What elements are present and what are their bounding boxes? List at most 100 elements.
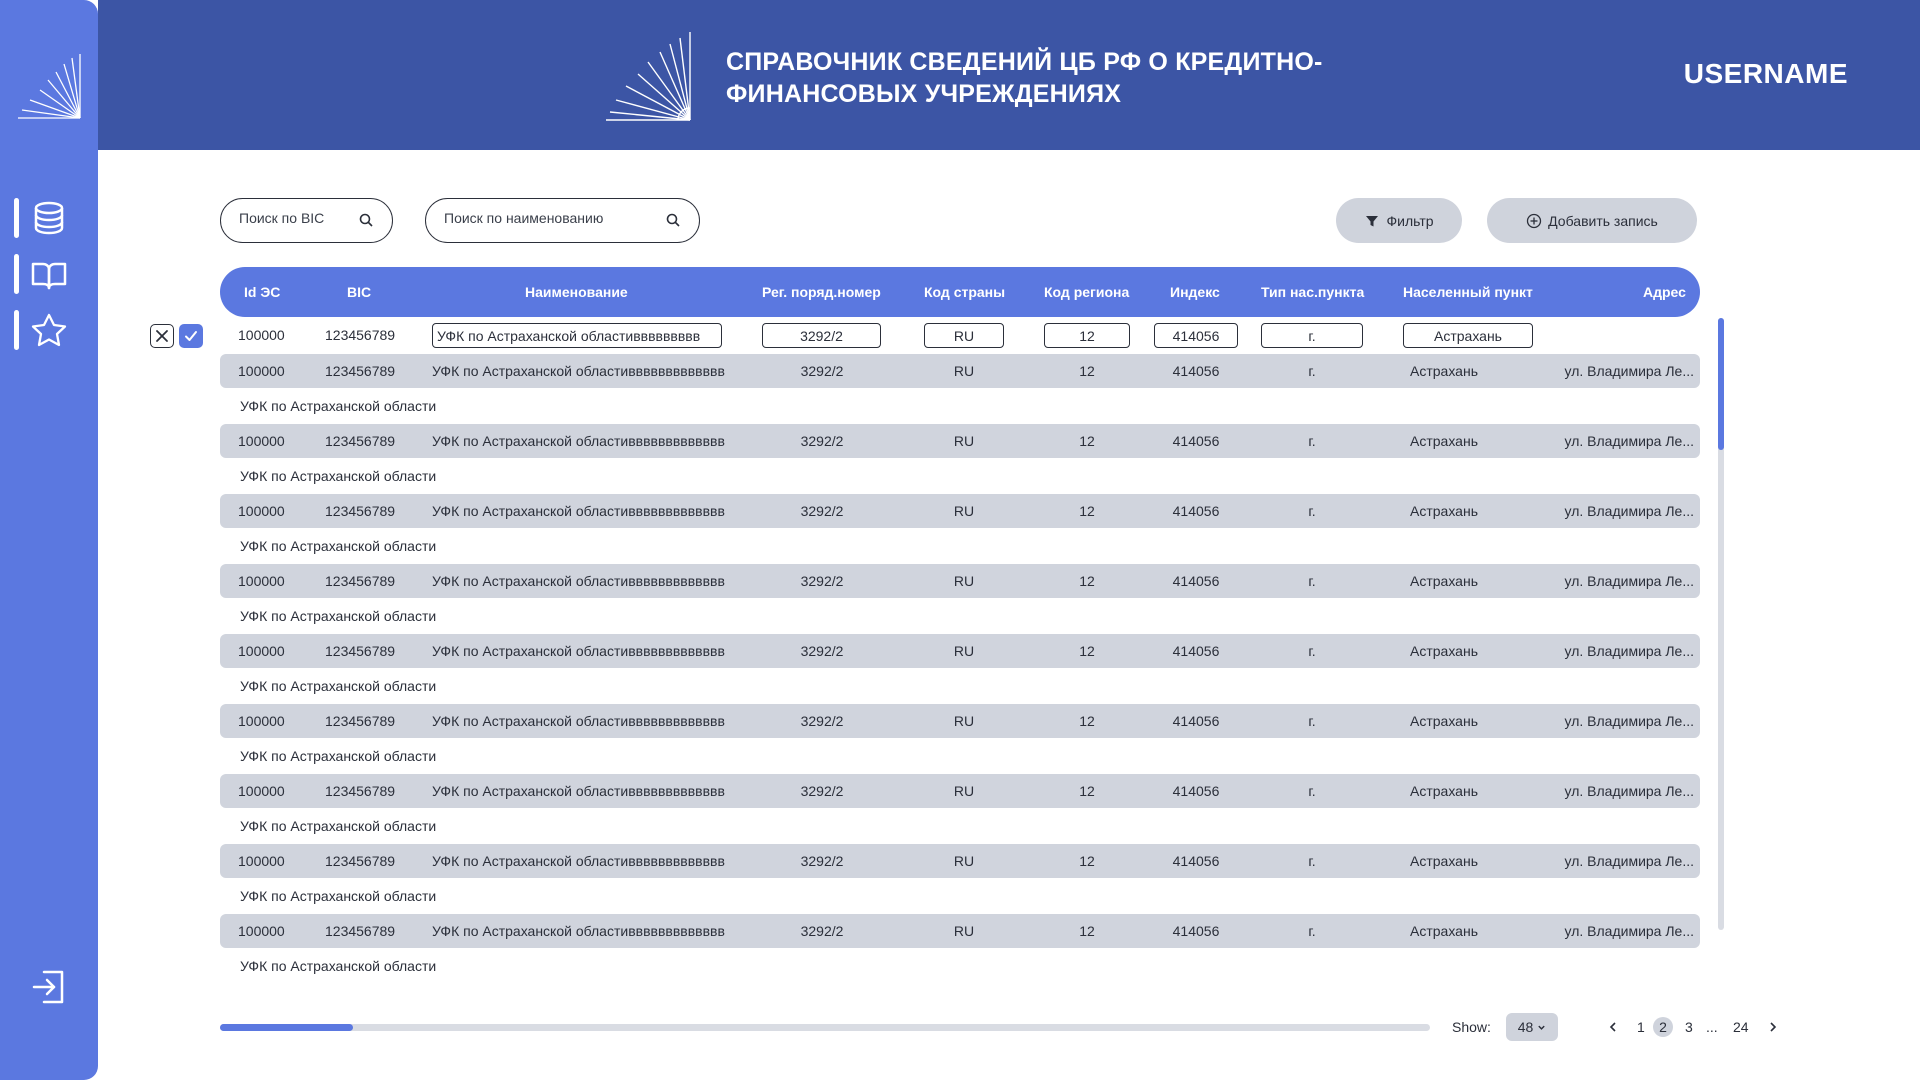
sidebar-item-reference[interactable]: [14, 252, 84, 296]
edit-index-input[interactable]: [1154, 323, 1238, 348]
edit-name-input[interactable]: [432, 323, 722, 348]
logout-icon[interactable]: [30, 968, 68, 1006]
edit-country-code-input[interactable]: [924, 323, 1004, 348]
cell-reg-number: 3292/2: [800, 713, 844, 729]
cell-country-code: RU: [953, 503, 975, 519]
column-header-region-code[interactable]: Код региона: [1044, 284, 1129, 300]
cell-locality-type: г.: [1308, 573, 1316, 589]
username[interactable]: USERNAME: [1684, 58, 1848, 90]
row-subtitle: УФК по Астраханской области: [240, 888, 437, 904]
table-row[interactable]: 100000 123456789 УФК по Астраханской облас…: [220, 774, 1700, 844]
cell-id: 100000: [238, 783, 285, 799]
add-record-button[interactable]: Добавить запись: [1487, 198, 1697, 243]
table-edit-row: 100000 123456789: [220, 322, 1700, 350]
cell-locality-type: г.: [1308, 713, 1316, 729]
cell-address: ул. Владимира Ле...: [1564, 573, 1694, 589]
search-name-input[interactable]: [444, 210, 644, 226]
cell-reg-number: 3292/2: [800, 853, 844, 869]
sidebar-item-indicator: [14, 254, 19, 294]
cell-locality-type: г.: [1308, 433, 1316, 449]
cell-name: УФК по Астраханской областиввввввввввввв: [432, 783, 725, 799]
chevron-down-icon: [1538, 1025, 1545, 1030]
star-icon: [31, 313, 67, 347]
row-subtitle: УФК по Астраханской области: [240, 468, 437, 484]
page-3[interactable]: 3: [1685, 1019, 1693, 1035]
column-header-country-code[interactable]: Код страны: [924, 284, 1005, 300]
search-icon[interactable]: [665, 212, 681, 228]
column-header-name[interactable]: Наименование: [525, 284, 628, 300]
cell-locality: Астрахань: [1410, 853, 1478, 869]
cell-country-code: RU: [953, 783, 975, 799]
cell-region-code: 12: [1079, 573, 1095, 589]
vertical-scrollbar[interactable]: [1718, 318, 1724, 930]
table-row[interactable]: 100000 123456789 УФК по Астраханской облас…: [220, 354, 1700, 424]
page-24[interactable]: 24: [1733, 1019, 1749, 1035]
sidebar-item-indicator: [14, 310, 19, 350]
sidebar-item-favorites[interactable]: [14, 308, 84, 352]
table-row[interactable]: 100000 123456789 УФК по Астраханской облас…: [220, 494, 1700, 564]
cell-bic: 123456789: [325, 573, 396, 589]
cell-locality-type: г.: [1308, 783, 1316, 799]
cell-region-code: 12: [1079, 853, 1095, 869]
chevron-left-icon[interactable]: [1608, 1021, 1618, 1033]
table-row[interactable]: 100000 123456789 УФК по Астраханской облас…: [220, 704, 1700, 774]
cell-bic: 123456789: [325, 923, 396, 939]
search-bic-field[interactable]: [220, 198, 393, 243]
cell-locality-type: г.: [1308, 643, 1316, 659]
page-2[interactable]: 2: [1653, 1017, 1673, 1037]
column-header-reg-number[interactable]: Рег. поряд.номер: [762, 284, 881, 300]
column-header-index[interactable]: Индекс: [1170, 284, 1220, 300]
cancel-edit-button[interactable]: [150, 324, 174, 348]
search-bic-input[interactable]: [239, 210, 349, 226]
filter-icon: [1366, 215, 1379, 226]
cell-id: 100000: [238, 853, 285, 869]
table-row[interactable]: 100000 123456789 УФК по Астраханской облас…: [220, 424, 1700, 494]
edit-locality-type-input[interactable]: [1261, 323, 1363, 348]
plus-circle-icon: [1527, 213, 1542, 228]
row-subtitle: УФК по Астраханской области: [240, 678, 437, 694]
column-header-locality-type[interactable]: Тип нас.пункта: [1261, 284, 1364, 300]
cell-name: УФК по Астраханской областиввввввввввввв: [432, 363, 725, 379]
edit-region-code-input[interactable]: [1044, 323, 1130, 348]
page-size-select[interactable]: 48: [1506, 1013, 1558, 1041]
cell-locality: Астрахань: [1410, 923, 1478, 939]
column-header-bic[interactable]: BIC: [347, 284, 371, 300]
cell-reg-number: 3292/2: [800, 433, 844, 449]
horizontal-scrollbar-thumb[interactable]: [220, 1024, 353, 1031]
cell-name: УФК по Астраханской областиввввввввввввв: [432, 643, 725, 659]
sidebar-item-indicator: [14, 198, 19, 238]
horizontal-scrollbar[interactable]: [220, 1024, 1430, 1031]
cell-address: ул. Владимира Ле...: [1564, 853, 1694, 869]
page-ellipsis: ...: [1706, 1019, 1718, 1035]
edit-locality-input[interactable]: [1403, 323, 1533, 348]
page-1[interactable]: 1: [1637, 1019, 1645, 1035]
cell-country-code: RU: [953, 363, 975, 379]
search-name-field[interactable]: [425, 198, 700, 243]
column-header-locality[interactable]: Населенный пункт: [1403, 284, 1533, 300]
table-row[interactable]: 100000 123456789 УФК по Астраханской облас…: [220, 634, 1700, 704]
cell-locality-type: г.: [1308, 503, 1316, 519]
sidebar-item-database[interactable]: [14, 196, 84, 240]
cell-address: ул. Владимира Ле...: [1564, 783, 1694, 799]
cell-address: ул. Владимира Ле...: [1564, 433, 1694, 449]
cell-name: УФК по Астраханской областиввввввввввввв: [432, 573, 725, 589]
confirm-edit-button[interactable]: [179, 324, 203, 348]
table-row[interactable]: 100000 123456789 УФК по Астраханской облас…: [220, 844, 1700, 914]
table-row[interactable]: 100000 123456789 УФК по Астраханской облас…: [220, 914, 1700, 984]
chevron-right-icon[interactable]: [1768, 1021, 1778, 1033]
edit-reg-number-input[interactable]: [762, 323, 881, 348]
cell-id: 100000: [238, 713, 285, 729]
cell-country-code: RU: [953, 433, 975, 449]
vertical-scrollbar-thumb[interactable]: [1718, 318, 1724, 450]
cell-address: ул. Владимира Ле...: [1564, 923, 1694, 939]
cell-index: 414056: [1172, 923, 1220, 939]
table-row[interactable]: 100000 123456789 УФК по Астраханской облас…: [220, 564, 1700, 634]
cell-reg-number: 3292/2: [800, 783, 844, 799]
search-icon[interactable]: [358, 212, 374, 228]
column-header-id[interactable]: Id ЭС: [244, 284, 280, 300]
column-header-address[interactable]: Адрес: [1643, 284, 1686, 300]
filter-button[interactable]: Фильтр: [1336, 198, 1462, 243]
logo-icon: [18, 54, 81, 119]
row-subtitle: УФК по Астраханской области: [240, 538, 437, 554]
cell-reg-number: 3292/2: [800, 503, 844, 519]
